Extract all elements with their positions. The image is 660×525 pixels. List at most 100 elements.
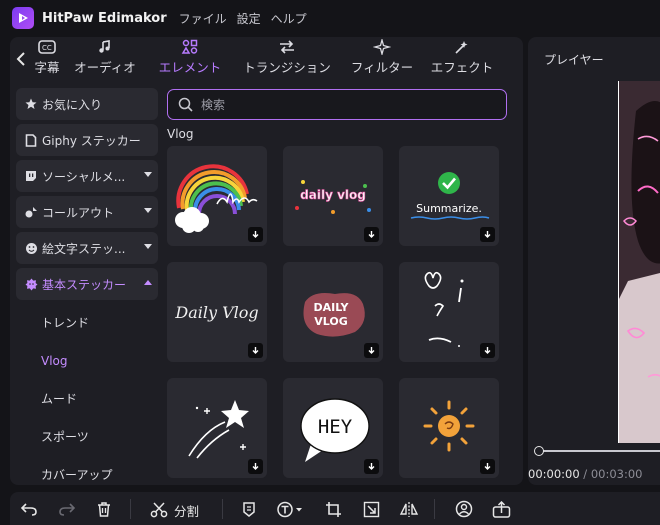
sticker-daily-vlog-colorful[interactable]: daily vlog: [283, 146, 383, 246]
svg-text:CC: CC: [42, 44, 52, 52]
category-basic-stickers[interactable]: 基本ステッカー: [16, 268, 158, 300]
scrubber-handle[interactable]: [534, 446, 544, 456]
category-label: Giphy ステッカー: [42, 133, 141, 148]
delete-button[interactable]: [93, 498, 115, 520]
tab-label: エレメント: [158, 60, 222, 75]
sticker-daily-vlog-pink[interactable]: DAILY VLOG: [283, 262, 383, 362]
player-title: プレイヤー: [544, 53, 604, 67]
category-label: コールアウト: [42, 205, 115, 220]
emoji-icon: [24, 241, 38, 255]
callout-icon: [24, 205, 38, 219]
subcategory-vlog[interactable]: Vlog: [16, 342, 158, 380]
crop-icon: [325, 501, 341, 517]
sticker-text: DAILY: [314, 301, 350, 314]
download-icon[interactable]: [248, 343, 263, 358]
download-icon[interactable]: [480, 227, 495, 242]
sticker-rainbow-vlog[interactable]: [167, 146, 267, 246]
download-icon[interactable]: [364, 459, 379, 474]
sticker-summarize[interactable]: Summarize.: [399, 146, 499, 246]
sticker-shooting-star[interactable]: [167, 378, 267, 478]
category-callout[interactable]: コールアウト: [16, 196, 158, 228]
download-icon[interactable]: [364, 227, 379, 242]
category-label: 絵文字ステッ...: [42, 241, 126, 256]
export-frame-button[interactable]: [490, 498, 512, 520]
face-button[interactable]: [453, 498, 475, 520]
undo-icon: [20, 503, 37, 516]
category-social-media[interactable]: ソーシャルメ...: [16, 160, 158, 192]
editor-window: HitPaw Edimakor ファイル 設定 ヘルプ CC 字幕 オーディオ …: [0, 0, 660, 525]
category-favorites[interactable]: お気に入り: [16, 88, 158, 120]
playback-scrubber[interactable]: [538, 450, 660, 452]
crop-button[interactable]: [322, 498, 344, 520]
tab-audio[interactable]: オーディオ: [62, 37, 148, 81]
sticker-hey-bubble[interactable]: HEY: [283, 378, 383, 478]
marker-icon: [243, 501, 255, 517]
app-title: HitPaw Edimakor: [42, 10, 167, 26]
menu-settings[interactable]: 設定: [237, 10, 261, 27]
tab-label: フィルター: [350, 60, 414, 75]
download-icon[interactable]: [248, 227, 263, 242]
music-note-icon: [99, 40, 110, 53]
search-input[interactable]: [201, 97, 491, 112]
split-button[interactable]: [148, 498, 170, 520]
download-icon[interactable]: [248, 459, 263, 474]
search-box: [167, 89, 507, 120]
media-panel: CC 字幕 オーディオ エレメント トランジション フィルター エフェクト お気…: [10, 37, 523, 485]
timeline-toolbar: 分割: [10, 492, 660, 525]
face-recognition-icon: [455, 500, 473, 518]
subcategory-cover-up[interactable]: カバーアップ: [16, 456, 158, 485]
category-label: 基本ステッカー: [42, 277, 127, 292]
text-button[interactable]: [274, 498, 308, 520]
redo-icon: [59, 503, 76, 516]
text-dropdown-icon: [277, 501, 302, 517]
sticker-text: Summarize.: [416, 202, 482, 215]
subcategory-mood[interactable]: ムード: [16, 380, 158, 418]
category-giphy[interactable]: Giphy ステッカー: [16, 124, 158, 156]
elements-icon: [181, 39, 198, 54]
sticker-text: HEY: [318, 416, 353, 438]
sticker-text: VLOG: [314, 315, 348, 328]
tab-elements[interactable]: エレメント: [148, 37, 232, 81]
download-icon[interactable]: [480, 343, 495, 358]
video-preview[interactable]: [618, 81, 660, 443]
subcategory-trend[interactable]: トレンド: [16, 304, 158, 342]
app-logo-icon: [12, 7, 34, 29]
mirror-button[interactable]: [398, 498, 420, 520]
chevron-up-icon[interactable]: [144, 280, 152, 285]
category-list: お気に入り Giphy ステッカー ソーシャルメ... コールアウト 絵文字ステ…: [16, 88, 158, 485]
tab-label: エフェクト: [430, 60, 494, 75]
download-icon[interactable]: [480, 459, 495, 474]
resize-button[interactable]: [360, 498, 382, 520]
tab-filter[interactable]: フィルター: [342, 37, 422, 81]
sticker-doodle-face[interactable]: [399, 262, 499, 362]
undo-button[interactable]: [18, 498, 40, 520]
chevron-down-icon[interactable]: [144, 208, 152, 213]
tab-transition[interactable]: トランジション: [232, 37, 342, 81]
category-emoji[interactable]: 絵文字ステッ...: [16, 232, 158, 264]
tab-subtitle[interactable]: CC 字幕: [32, 37, 62, 81]
download-icon[interactable]: [364, 343, 379, 358]
tab-effect[interactable]: エフェクト: [422, 37, 502, 81]
menu-file[interactable]: ファイル: [179, 10, 227, 27]
resize-icon: [363, 501, 379, 517]
subcategory-sports[interactable]: スポーツ: [16, 418, 158, 456]
mark-button[interactable]: [238, 498, 260, 520]
sticker-sun[interactable]: [399, 378, 499, 478]
split-label[interactable]: 分割: [174, 501, 199, 520]
chevron-down-icon[interactable]: [144, 244, 152, 249]
star-icon: [24, 97, 38, 111]
redo-button[interactable]: [56, 498, 78, 520]
tab-label: オーディオ: [74, 60, 136, 75]
back-button[interactable]: [10, 37, 32, 81]
filter-sparkle-icon: [373, 39, 391, 55]
search-icon: [178, 97, 193, 112]
player-panel: プレイヤー 00:00:00 / 00:03:00: [528, 37, 660, 485]
chevron-down-icon[interactable]: [144, 172, 152, 177]
mirror-flip-icon: [399, 501, 419, 517]
subtitle-icon: CC: [38, 40, 56, 54]
toolbar-divider: [130, 499, 131, 519]
toolbar-divider: [222, 499, 223, 519]
sticker-daily-vlog-script[interactable]: Daily Vlog: [167, 262, 267, 362]
chevron-left-icon: [16, 52, 25, 66]
menu-help[interactable]: ヘルプ: [271, 10, 307, 27]
